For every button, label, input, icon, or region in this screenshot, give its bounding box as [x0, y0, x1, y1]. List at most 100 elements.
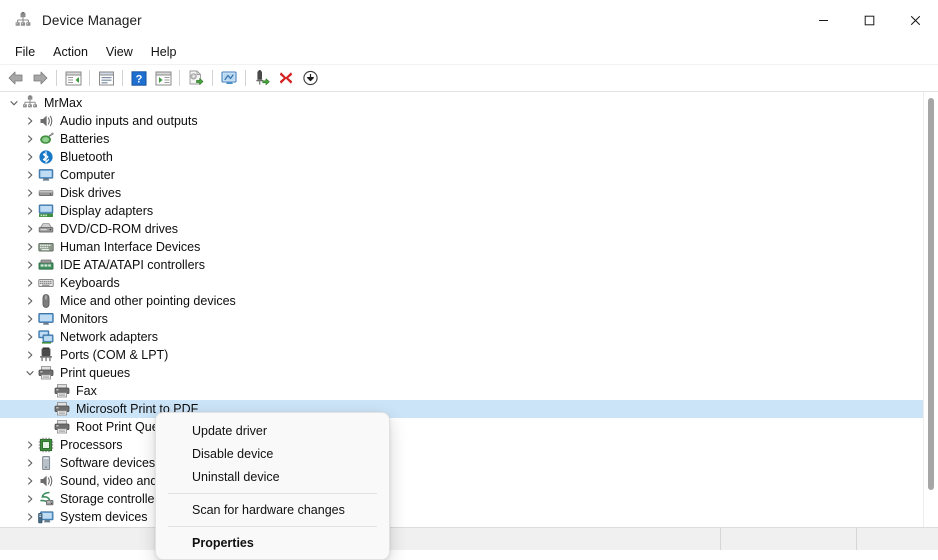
tree-item[interactable]: Ports (COM & LPT) [0, 346, 923, 364]
tree-item[interactable]: System devices [0, 508, 923, 526]
vertical-scrollbar[interactable] [923, 92, 938, 527]
keyboard-icon [38, 275, 54, 291]
chevron-right-icon[interactable] [22, 490, 38, 508]
tree-item[interactable]: Disk drives [0, 184, 923, 202]
storage-controller-icon [38, 491, 54, 507]
chevron-right-icon[interactable] [22, 148, 38, 166]
properties-button[interactable] [94, 67, 118, 89]
enable-device-icon [256, 70, 270, 86]
menu-action[interactable]: Action [44, 42, 97, 62]
enable-device-button[interactable] [250, 67, 274, 89]
forward-button[interactable] [28, 67, 52, 89]
tree-item[interactable]: Fax [0, 382, 923, 400]
processor-icon [38, 437, 54, 453]
chevron-right-icon[interactable] [22, 112, 38, 130]
chevron-right-icon[interactable] [22, 310, 38, 328]
tree-item[interactable]: Bluetooth [0, 148, 923, 166]
dvd-drive-icon [38, 221, 54, 237]
chevron-right-icon[interactable] [22, 274, 38, 292]
tree-item[interactable]: Monitors [0, 310, 923, 328]
chevron-right-icon[interactable] [22, 238, 38, 256]
scan-for-hardware-changes-button[interactable] [217, 67, 241, 89]
network-adapter-icon [38, 329, 54, 345]
minimize-button[interactable] [800, 0, 846, 40]
chevron-right-icon[interactable] [22, 202, 38, 220]
tree-item[interactable]: Display adapters [0, 202, 923, 220]
printer-icon [54, 401, 70, 417]
context-menu-item[interactable]: Scan for hardware changes [160, 499, 385, 521]
audio-icon [38, 473, 54, 489]
maximize-button[interactable] [846, 0, 892, 40]
chevron-right-icon[interactable] [22, 472, 38, 490]
chevron-right-icon[interactable] [22, 130, 38, 148]
tree-item[interactable]: Root Print Queue [0, 418, 923, 436]
chevron-down-icon[interactable] [22, 364, 38, 382]
back-icon [8, 71, 23, 85]
display-adapter-icon [38, 203, 54, 219]
tree-item[interactable]: Keyboards [0, 274, 923, 292]
window-title: Device Manager [42, 12, 142, 28]
tree-item-label: Ports (COM & LPT) [60, 348, 169, 362]
tree-item[interactable]: Software devices [0, 454, 923, 472]
audio-icon [38, 113, 54, 129]
tree-item[interactable]: Computer [0, 166, 923, 184]
context-menu-item[interactable]: Disable device [160, 443, 385, 465]
chevron-right-icon[interactable] [22, 436, 38, 454]
tree-item[interactable]: Microsoft Print to PDF [0, 400, 923, 418]
tree-item-label: Mice and other pointing devices [60, 294, 236, 308]
tree-item-label: Processors [60, 438, 123, 452]
tree-item[interactable]: Network adapters [0, 328, 923, 346]
tree-item[interactable]: Human Interface Devices [0, 238, 923, 256]
tree-item[interactable]: DVD/CD-ROM drives [0, 220, 923, 238]
menu-file[interactable]: File [6, 42, 44, 62]
close-icon [910, 15, 920, 25]
tree-item[interactable]: MrMax [0, 94, 923, 112]
chevron-right-icon[interactable] [22, 220, 38, 238]
tree-item-label: Bluetooth [60, 150, 113, 164]
uninstall-device-button[interactable] [274, 67, 298, 89]
tree-item-label: Fax [76, 384, 97, 398]
tree-item[interactable]: Processors [0, 436, 923, 454]
tree-item[interactable]: Batteries [0, 130, 923, 148]
disable-device-button[interactable] [298, 67, 322, 89]
chevron-right-icon[interactable] [22, 256, 38, 274]
device-tree[interactable]: MrMax Audio inputs and outputs Batteries Bl… [0, 92, 923, 527]
tree-item[interactable]: Audio inputs and outputs [0, 112, 923, 130]
hid-icon [38, 239, 54, 255]
tree-item[interactable]: Sound, video and game controllers [0, 472, 923, 490]
context-menu-item[interactable]: Uninstall device [160, 466, 385, 488]
show-action-pane-button[interactable] [151, 67, 175, 89]
show-hide-console-tree-button[interactable] [61, 67, 85, 89]
tree-item[interactable]: Storage controllers [0, 490, 923, 508]
toolbar-separator-4 [179, 70, 180, 86]
svg-text:?: ? [136, 73, 143, 85]
toolbar-separator-3 [122, 70, 123, 86]
status-cell-2 [720, 528, 856, 550]
scrollbar-thumb[interactable] [928, 98, 934, 490]
context-menu[interactable]: Update driver Disable device Uninstall dev… [155, 412, 390, 560]
tree-item[interactable]: Mice and other pointing devices [0, 292, 923, 310]
printer-icon [54, 383, 70, 399]
chevron-right-icon[interactable] [22, 454, 38, 472]
update-driver-button[interactable] [184, 67, 208, 89]
menu-bar: File Action View Help [0, 40, 938, 65]
chevron-right-icon[interactable] [22, 508, 38, 526]
computer-root-icon [22, 95, 38, 111]
back-button[interactable] [4, 67, 28, 89]
help-button[interactable]: ? [127, 67, 151, 89]
tree-item[interactable]: IDE ATA/ATAPI controllers [0, 256, 923, 274]
context-menu-item[interactable]: Properties [160, 532, 385, 554]
menu-help[interactable]: Help [142, 42, 186, 62]
bluetooth-icon [38, 149, 54, 165]
menu-view[interactable]: View [97, 42, 142, 62]
chevron-right-icon[interactable] [22, 166, 38, 184]
context-menu-item[interactable]: Update driver [160, 420, 385, 442]
chevron-down-icon[interactable] [6, 94, 22, 112]
minimize-icon [818, 19, 828, 21]
chevron-right-icon[interactable] [22, 346, 38, 364]
chevron-right-icon[interactable] [22, 328, 38, 346]
close-button[interactable] [892, 0, 938, 40]
chevron-right-icon[interactable] [22, 292, 38, 310]
tree-item[interactable]: Print queues [0, 364, 923, 382]
chevron-right-icon[interactable] [22, 184, 38, 202]
